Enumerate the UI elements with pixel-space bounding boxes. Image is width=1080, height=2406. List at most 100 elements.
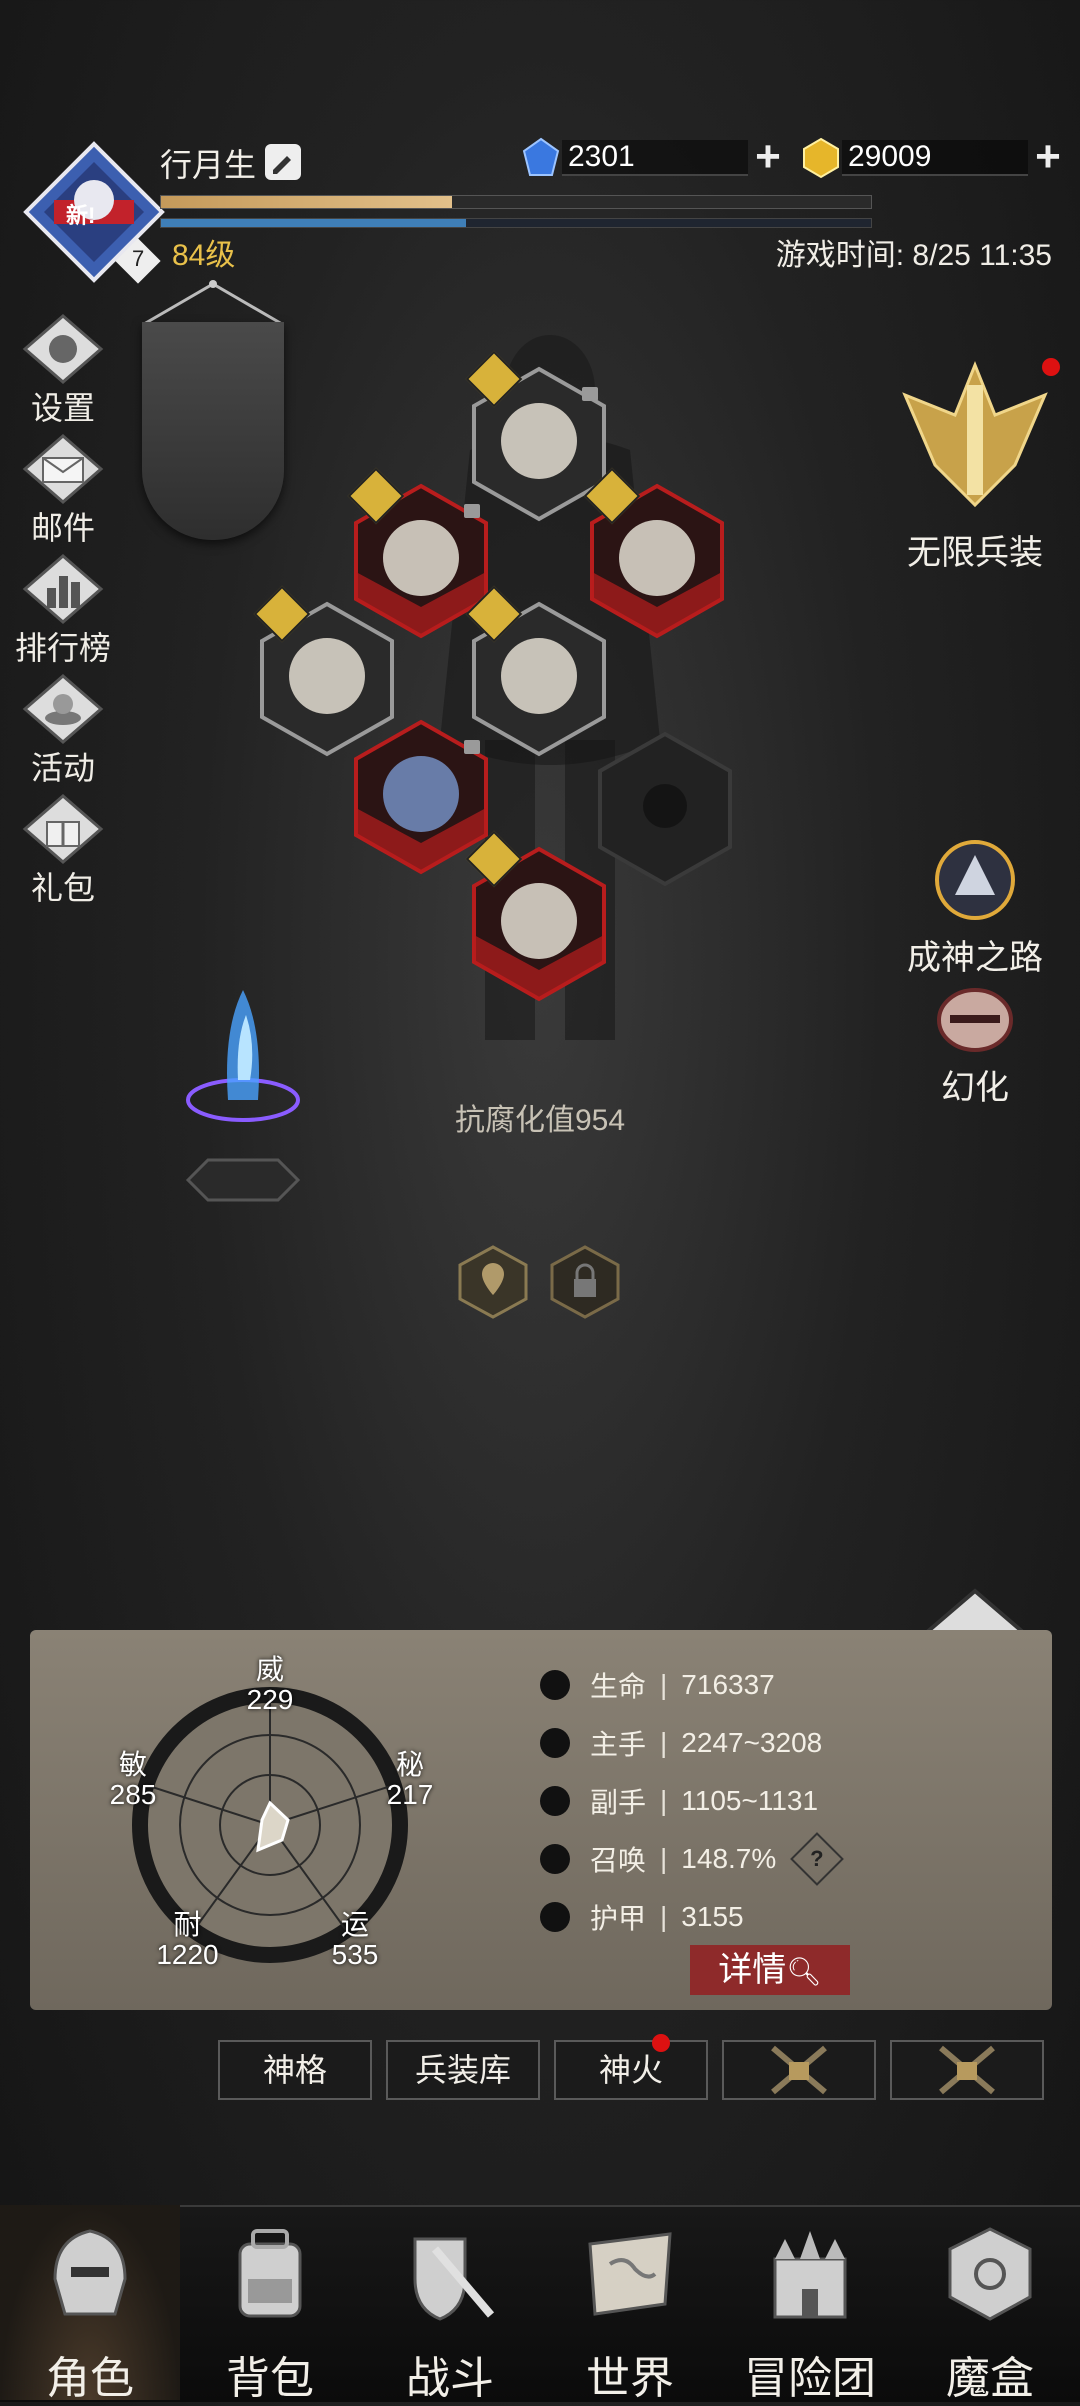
energy-bar bbox=[160, 218, 872, 228]
nav-magic-box[interactable]: 魔盒 bbox=[900, 2205, 1080, 2403]
ranking-icon bbox=[22, 554, 104, 624]
avatar[interactable]: 新! 7 bbox=[22, 140, 167, 285]
nav-magic-box-label: 魔盒 bbox=[946, 2354, 1034, 2403]
stat-main-hand: 主手 | 2247~3208 bbox=[540, 1718, 822, 1768]
attr-yun: 运 535 bbox=[315, 1910, 395, 1970]
ring-item-icon bbox=[619, 520, 695, 596]
side-label-gift: 礼包 bbox=[30, 870, 95, 906]
banner-hanger bbox=[140, 280, 286, 326]
attr-nai-name: 耐 bbox=[173, 1909, 202, 1940]
tab-locked-1[interactable] bbox=[722, 2040, 876, 2100]
nav-world-label: 世界 bbox=[586, 2354, 674, 2403]
attr-wei-name: 威 bbox=[255, 1654, 284, 1685]
attr-min-name: 敏 bbox=[118, 1749, 147, 1780]
nav-backpack[interactable]: 背包 bbox=[180, 2205, 360, 2403]
tab-divinity-label: 神格 bbox=[262, 2052, 327, 2088]
stat-main-hand-value: 2247~3208 bbox=[681, 1727, 823, 1758]
attr-wei: 威 229 bbox=[230, 1655, 310, 1715]
equip-slot-ring[interactable] bbox=[583, 467, 726, 640]
boots-item-icon bbox=[501, 883, 577, 959]
attr-mi: 秘 217 bbox=[370, 1750, 450, 1810]
castle-icon bbox=[773, 2231, 847, 2319]
shoulder-item-icon bbox=[501, 638, 577, 714]
new-badge: 新! bbox=[66, 203, 96, 228]
stat-summon-name: 召唤 bbox=[590, 1845, 647, 1876]
tab-divine-fire[interactable]: 神火 bbox=[554, 2040, 708, 2100]
infinite-gear-button[interactable]: 无限兵装 bbox=[885, 355, 1065, 574]
location-button[interactable] bbox=[458, 1245, 528, 1319]
chain-lock-icon bbox=[771, 2045, 827, 2095]
transform-button[interactable]: 幻化 bbox=[885, 985, 1065, 1109]
blue-gem-icon bbox=[522, 137, 560, 176]
infinite-gear-label: 无限兵装 bbox=[907, 534, 1043, 572]
attr-nai: 耐 1220 bbox=[140, 1910, 235, 1970]
gift-icon bbox=[22, 794, 104, 864]
spirit-pet[interactable] bbox=[168, 960, 318, 1210]
godhood-path-label: 成神之路 bbox=[907, 939, 1043, 977]
exp-bar bbox=[160, 195, 872, 209]
nav-world[interactable]: 世界 bbox=[540, 2205, 720, 2403]
attr-mi-value: 217 bbox=[386, 1779, 434, 1810]
attr-min-value: 285 bbox=[109, 1779, 157, 1810]
guild-banner[interactable] bbox=[142, 322, 284, 540]
attr-mi-name: 秘 bbox=[395, 1749, 424, 1780]
armor-item-icon bbox=[383, 520, 459, 596]
slot-lock-icon bbox=[464, 740, 480, 754]
attr-wei-value: 229 bbox=[246, 1684, 294, 1715]
side-label-mail: 邮件 bbox=[30, 510, 95, 546]
gold-currency: 29009 + bbox=[800, 135, 1068, 181]
attr-yun-value: 535 bbox=[331, 1939, 379, 1970]
nav-character[interactable]: 角色 bbox=[0, 2205, 180, 2403]
tab-divinity[interactable]: 神格 bbox=[218, 2040, 372, 2100]
shield-item-icon bbox=[643, 784, 687, 828]
magnifier-icon: 🔍︎ bbox=[786, 1956, 822, 1987]
gold-gem-icon bbox=[803, 137, 839, 179]
equip-slot-shoulder[interactable] bbox=[465, 585, 608, 758]
stat-armor-name: 护甲 bbox=[590, 1903, 647, 1934]
add-gems-button[interactable]: + bbox=[748, 135, 788, 179]
side-item-mail[interactable]: 邮件 bbox=[8, 432, 118, 549]
equip-slot-boots[interactable] bbox=[465, 830, 608, 1003]
side-item-ranking[interactable]: 排行榜 bbox=[8, 552, 118, 669]
player-name: 行月生 bbox=[160, 147, 257, 183]
lock-button[interactable] bbox=[550, 1245, 620, 1319]
attr-min: 敏 285 bbox=[93, 1750, 173, 1810]
equip-slot-shield[interactable] bbox=[596, 730, 734, 888]
stat-off-hand: 副手 | 1105~1131 bbox=[540, 1776, 818, 1826]
add-gold-button[interactable]: + bbox=[1028, 135, 1068, 179]
summon-help-icon[interactable]: ? bbox=[790, 1832, 845, 1886]
stat-summon: 召唤 | 148.7% ? bbox=[540, 1832, 845, 1886]
stat-armor-value: 3155 bbox=[681, 1901, 744, 1932]
avatar-rank: 7 bbox=[132, 246, 145, 271]
tab-arsenal[interactable]: 兵装库 bbox=[386, 2040, 540, 2100]
gear-icon bbox=[22, 314, 104, 384]
off-hand-icon bbox=[540, 1786, 570, 1816]
weapon-item-icon bbox=[383, 756, 459, 832]
transform-label: 幻化 bbox=[941, 1069, 1009, 1107]
slot-lock-icon bbox=[582, 387, 598, 401]
side-label-events: 活动 bbox=[30, 750, 95, 786]
tab-arsenal-label: 兵装库 bbox=[414, 2052, 511, 2088]
helmet-item-icon bbox=[501, 403, 577, 479]
tab-locked-2[interactable] bbox=[890, 2040, 1044, 2100]
side-item-gift[interactable]: 礼包 bbox=[8, 792, 118, 909]
nav-backpack-label: 背包 bbox=[226, 2354, 314, 2403]
gem-amount: 2301 bbox=[562, 140, 748, 176]
slot-lock-icon bbox=[464, 504, 480, 518]
gold-amount: 29009 bbox=[842, 140, 1028, 176]
side-item-settings[interactable]: 设置 bbox=[8, 312, 118, 429]
nav-character-label: 角色 bbox=[46, 2354, 134, 2403]
summon-icon bbox=[540, 1844, 570, 1874]
nav-battle-label: 战斗 bbox=[406, 2354, 494, 2403]
godhood-path-button[interactable]: 成神之路 bbox=[885, 835, 1065, 979]
nav-battle[interactable]: 战斗 bbox=[360, 2205, 540, 2403]
side-label-settings: 设置 bbox=[30, 390, 95, 426]
stat-off-hand-name: 副手 bbox=[590, 1787, 647, 1818]
tab-divine-fire-label: 神火 bbox=[598, 2052, 663, 2088]
nav-adventure-group[interactable]: 冒险团 bbox=[720, 2205, 900, 2403]
chain-lock-icon bbox=[939, 2045, 995, 2095]
stat-summon-value: 148.7% bbox=[681, 1843, 777, 1874]
edit-icon[interactable] bbox=[265, 144, 301, 180]
side-item-events[interactable]: 活动 bbox=[8, 672, 118, 789]
details-button[interactable]: 详情🔍︎ bbox=[690, 1945, 850, 1995]
